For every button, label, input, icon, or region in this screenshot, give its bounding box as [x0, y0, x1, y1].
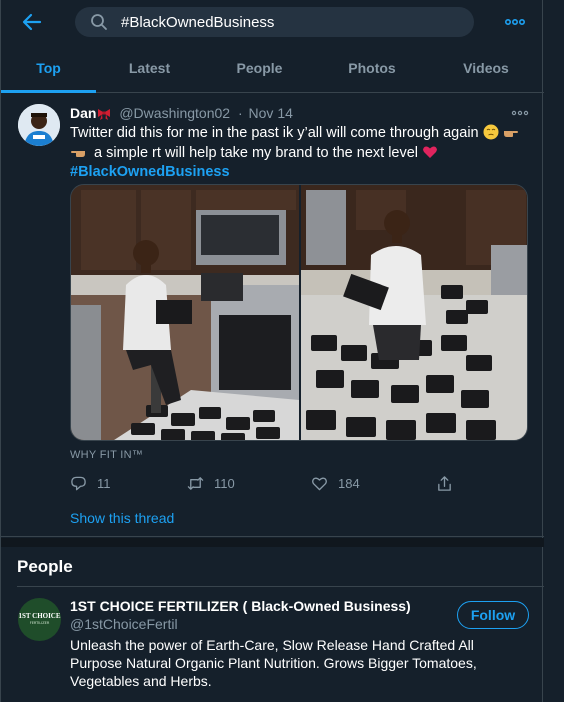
tweet[interactable]: Dan @Dwashington02 · Nov 14 Twitter did …	[1, 94, 544, 537]
show-thread-link[interactable]: Show this thread	[70, 510, 174, 526]
follow-button[interactable]: Follow	[457, 601, 529, 629]
person-bio: Unleash the power of Earth-Care, Slow Re…	[70, 637, 477, 689]
photo-kitchen-seated[interactable]	[71, 185, 299, 441]
reply-button[interactable]: 11	[70, 474, 111, 492]
tweet-text-line1: Twitter did this for me in the past ik y…	[70, 125, 479, 141]
avatar[interactable]: 1ST CHOICE FERTILIZER	[18, 598, 61, 641]
heart-icon	[312, 477, 327, 490]
avatar-logo-text: 1ST CHOICE	[18, 612, 61, 620]
avatar-logo-subtext: FERTILIZER	[29, 621, 50, 625]
tab-people[interactable]: People	[203, 47, 316, 92]
tweet-header: Dan @Dwashington02 · Nov 14	[70, 105, 293, 121]
tweet-more-icon[interactable]	[511, 105, 529, 116]
tweet-text: Twitter did this for me in the past ik y…	[70, 124, 530, 183]
avatar[interactable]	[18, 104, 60, 146]
tweet-date[interactable]: Nov 14	[249, 105, 293, 121]
media-caption: WHY FIT IN™	[70, 449, 144, 461]
like-count: 184	[338, 475, 360, 491]
red-heart-emoji-icon	[422, 144, 438, 160]
back-arrow-icon[interactable]	[20, 11, 44, 33]
retweet-button[interactable]: 110	[187, 474, 235, 492]
tweet-author-handle[interactable]: @Dwashington02	[119, 105, 230, 121]
person-card[interactable]: 1ST CHOICE FERTILIZER 1ST CHOICE FERTILI…	[1, 588, 544, 702]
app-frame: Top Latest People Photos Videos Dan @Dwa…	[0, 0, 544, 702]
like-button[interactable]: 184	[311, 474, 360, 492]
share-icon	[438, 475, 451, 491]
more-options-icon[interactable]	[503, 11, 527, 33]
tab-videos[interactable]: Videos	[428, 47, 544, 92]
search-header	[1, 0, 544, 45]
reply-icon	[71, 476, 86, 490]
people-section-title: People	[17, 547, 544, 587]
person-handle[interactable]: @1stChoiceFertil	[70, 616, 178, 632]
tweet-text-line2: a simple rt will help take my brand to t…	[94, 144, 419, 161]
pointing-hand-emoji-icon	[70, 144, 86, 160]
ribbon-emoji-icon	[97, 106, 111, 120]
share-button[interactable]	[436, 474, 453, 492]
tweet-separator: ·	[237, 105, 243, 121]
tweet-author-name[interactable]: Dan	[70, 105, 96, 121]
tweet-media[interactable]	[70, 184, 528, 441]
photo-kitchen-standing[interactable]	[301, 185, 528, 441]
person-name[interactable]: 1ST CHOICE FERTILIZER ( Black-Owned Busi…	[70, 598, 411, 614]
pointing-hand-emoji-icon	[503, 124, 519, 140]
tab-photos[interactable]: Photos	[316, 47, 428, 92]
reply-count: 11	[97, 475, 111, 491]
search-tabs: Top Latest People Photos Videos	[1, 47, 544, 93]
active-tab-indicator	[1, 90, 96, 93]
retweet-icon	[187, 476, 204, 490]
tab-top[interactable]: Top	[1, 47, 96, 92]
section-divider	[1, 538, 544, 547]
retweet-count: 110	[214, 475, 235, 491]
tab-latest[interactable]: Latest	[96, 47, 203, 92]
search-box[interactable]	[75, 7, 474, 37]
search-input[interactable]	[121, 7, 461, 37]
tweet-hashtag-link[interactable]: #BlackOwnedBusiness	[70, 164, 230, 180]
search-icon	[91, 14, 107, 30]
praying-face-emoji-icon	[483, 124, 499, 140]
tweet-actions: 11 110 184	[70, 474, 470, 492]
